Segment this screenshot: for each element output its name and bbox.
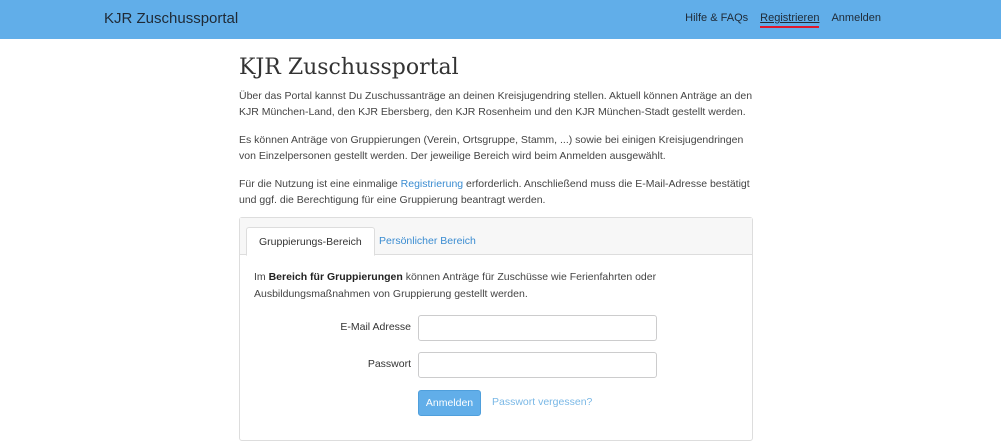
email-label: E-Mail Adresse: [340, 321, 411, 333]
group-area-description: Im Bereich für Gruppierungen können Antr…: [254, 269, 738, 303]
brand-link[interactable]: KJR Zuschussportal: [104, 10, 238, 27]
nav-links: Hilfe & FAQs Registrieren Anmelden: [685, 12, 881, 28]
card-body: Im Bereich für Gruppierungen können Antr…: [240, 255, 752, 303]
password-field[interactable]: [418, 352, 657, 378]
email-field[interactable]: [418, 315, 657, 341]
email-row: E-Mail Adresse: [240, 315, 754, 341]
nav-link-register[interactable]: Registrieren: [760, 12, 820, 28]
nav-link-help[interactable]: Hilfe & FAQs: [685, 12, 748, 24]
description-before: Im: [254, 271, 269, 283]
registration-paragraph: Für die Nutzung ist eine einmalige Regis…: [239, 176, 754, 208]
nav-link-login[interactable]: Anmelden: [831, 12, 881, 24]
description-bold: Bereich für Gruppierungen: [268, 271, 403, 283]
intro-paragraph: Über das Portal kannst Du Zuschussanträg…: [239, 90, 753, 118]
password-row: Passwort: [240, 352, 754, 378]
registration-link[interactable]: Registrierung: [401, 178, 463, 190]
login-card: Gruppierungs-Bereich Persönlicher Bereic…: [239, 217, 753, 441]
tab-personal-area[interactable]: Persönlicher Bereich: [367, 227, 488, 256]
tab-group-area[interactable]: Gruppierungs-Bereich: [246, 227, 375, 256]
password-label: Passwort: [367, 358, 411, 370]
page-title: KJR Zuschussportal: [239, 55, 459, 80]
top-navbar: KJR Zuschussportal Hilfe & FAQs Registri…: [0, 0, 1001, 39]
applicants-paragraph: Es können Anträge von Gruppierungen (Ver…: [239, 134, 744, 162]
login-button[interactable]: Anmelden: [418, 390, 481, 416]
forgot-password-link[interactable]: Passwort vergessen?: [492, 396, 592, 408]
main-content: KJR Zuschussportal Über das Portal kanns…: [239, 55, 754, 220]
card-tabs: Gruppierungs-Bereich Persönlicher Bereic…: [240, 218, 752, 256]
registration-text-before: Für die Nutzung ist eine einmalige: [239, 178, 401, 190]
